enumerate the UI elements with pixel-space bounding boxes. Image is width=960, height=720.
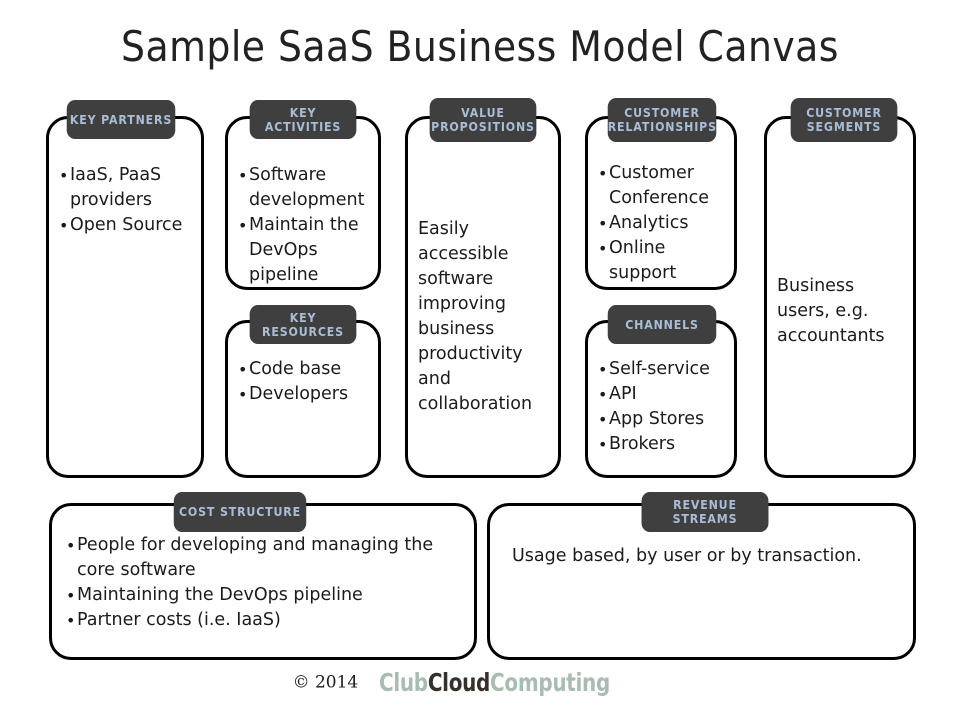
club-cloud-computing-logo: ClubCloudComputing: [379, 668, 610, 697]
badge-label-line2: PROPOSITIONS: [431, 120, 535, 134]
customer-relationships-body: Customer Conference Analytics Online sup…: [588, 161, 734, 286]
list-item: Maintain the DevOps pipeline: [238, 213, 368, 288]
key-resources-list: Code base Developers: [238, 357, 368, 407]
list-item: API: [598, 382, 724, 407]
list-item: Code base: [238, 357, 368, 382]
list-item: Developers: [238, 382, 368, 407]
badge-channels: CHANNELS: [607, 305, 717, 344]
business-model-canvas: Sample SaaS Business Model Canvas IaaS, …: [0, 0, 960, 720]
badge-cost-structure: COST STRUCTURE: [173, 492, 307, 532]
list-item: App Stores: [598, 407, 724, 432]
badge-label: COST STRUCTURE: [178, 505, 301, 519]
card-value-propositions: Easily accessible software improving bus…: [405, 116, 561, 478]
brand-part-cloud: Cloud: [427, 668, 491, 697]
card-key-activities: Software development Maintain the DevOps…: [225, 116, 381, 290]
badge-label: KEY ACTIVITIES: [264, 105, 342, 134]
list-item: Software development: [238, 163, 368, 213]
channels-list: Self-service API App Stores Brokers: [598, 357, 724, 457]
badge-label-line2: RELATIONSHIPS: [607, 120, 717, 134]
key-partners-body: IaaS, PaaS providers Open Source: [49, 163, 201, 238]
badge-label: CHANNELS: [625, 317, 699, 332]
badge-label: VALUE: [461, 106, 505, 120]
cost-structure-body: People for developing and managing the c…: [52, 533, 474, 633]
card-customer-segments: Business users, e.g. accountants: [764, 116, 916, 478]
key-activities-body: Software development Maintain the DevOps…: [228, 163, 378, 288]
key-resources-body: Code base Developers: [228, 357, 378, 407]
key-partners-list: IaaS, PaaS providers Open Source: [59, 163, 191, 238]
customer-segments-text: Business users, e.g. accountants: [777, 276, 885, 346]
badge-label-line2: SEGMENTS: [806, 120, 882, 134]
list-item: IaaS, PaaS providers: [59, 163, 191, 213]
badge-revenue-streams: REVENUE STREAMS: [641, 492, 769, 532]
badge-key-resources: KEY RESOURCES: [249, 305, 357, 344]
badge-label: CUSTOMER: [806, 106, 882, 120]
badge-key-partners: KEY PARTNERS: [66, 100, 176, 139]
key-activities-list: Software development Maintain the DevOps…: [238, 163, 368, 288]
revenue-streams-body: Usage based, by user or by transaction.: [490, 544, 913, 569]
brand-part-club: Club: [378, 668, 428, 697]
badge-key-activities: KEY ACTIVITIES: [249, 100, 357, 139]
list-item: Analytics: [598, 211, 724, 236]
list-item: People for developing and managing the c…: [66, 533, 460, 583]
brand-part-computing: Computing: [489, 668, 610, 697]
revenue-streams-text: Usage based, by user or by transaction.: [512, 546, 862, 566]
footer: © 2014 ClubCloudComputing: [0, 668, 960, 697]
list-item: Maintaining the DevOps pipeline: [66, 583, 460, 608]
list-item: Customer Conference: [598, 161, 724, 211]
list-item: Brokers: [598, 432, 724, 457]
value-propositions-text: Easily accessible software improving bus…: [418, 219, 533, 414]
badge-label: KEY PARTNERS: [69, 112, 173, 127]
list-item: Online support: [598, 236, 724, 286]
copyright-text: © 2014: [292, 672, 359, 693]
cost-structure-list: People for developing and managing the c…: [66, 533, 460, 633]
badge-label: CUSTOMER: [624, 106, 700, 120]
badge-customer-relationships: CUSTOMER RELATIONSHIPS: [607, 98, 717, 142]
list-item: Partner costs (i.e. IaaS): [66, 608, 460, 633]
page-title: Sample SaaS Business Model Canvas: [121, 22, 839, 71]
channels-body: Self-service API App Stores Brokers: [588, 357, 734, 457]
card-key-partners: IaaS, PaaS providers Open Source: [46, 116, 204, 478]
value-propositions-body: Easily accessible software improving bus…: [408, 217, 558, 417]
badge-value-propositions: VALUE PROPOSITIONS: [429, 98, 537, 142]
customer-relationships-list: Customer Conference Analytics Online sup…: [598, 161, 724, 286]
badge-label: REVENUE STREAMS: [672, 498, 738, 526]
badge-label: KEY RESOURCES: [262, 310, 344, 339]
list-item: Open Source: [59, 213, 191, 238]
badge-customer-segments: CUSTOMER SEGMENTS: [790, 98, 898, 142]
card-customer-relationships: Customer Conference Analytics Online sup…: [585, 116, 737, 290]
customer-segments-body: Business users, e.g. accountants: [767, 274, 913, 349]
list-item: Self-service: [598, 357, 724, 382]
